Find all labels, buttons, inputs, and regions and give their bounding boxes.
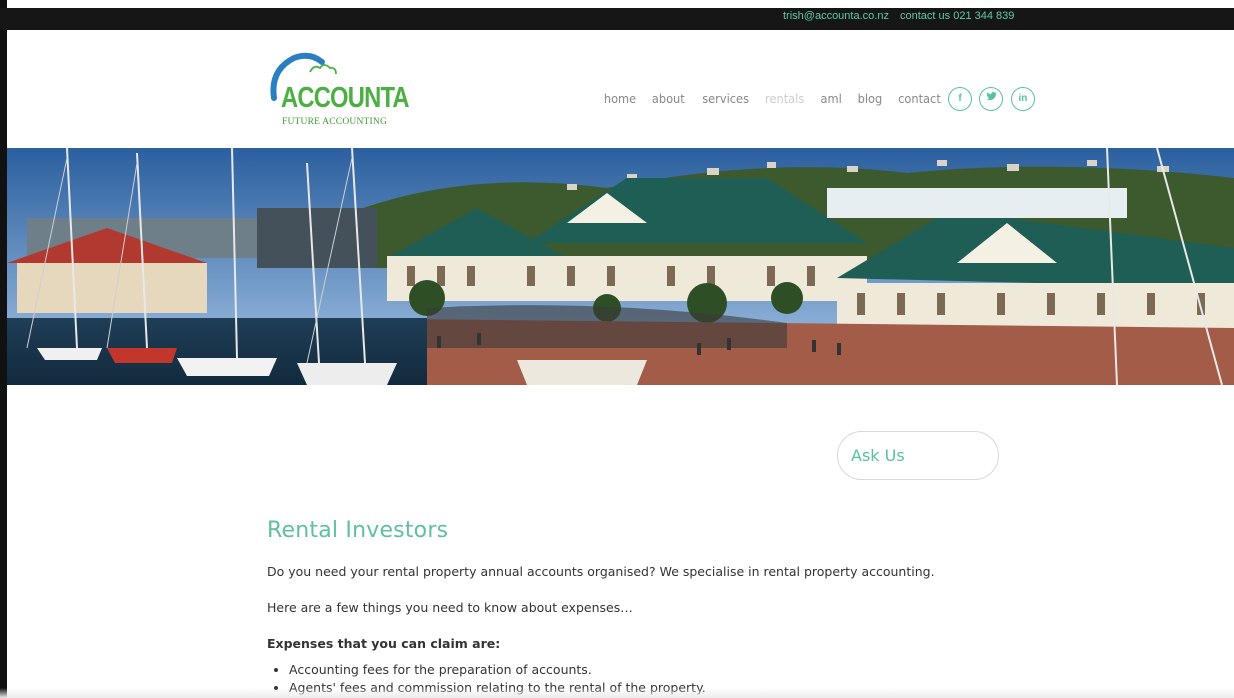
nav-services[interactable]: services xyxy=(702,92,749,106)
site-header: ACCOUNTA FUTURE ACCOUNTING home about se… xyxy=(7,30,1234,148)
phone-link[interactable]: contact us 021 344 839 xyxy=(900,10,1014,22)
expenses-subheading: Expenses that you can claim are: xyxy=(267,636,501,651)
top-contact-bar: trish@accounta.co.nz contact us 021 344 … xyxy=(0,8,1234,30)
window-edge xyxy=(0,0,7,698)
site-logo[interactable]: ACCOUNTA FUTURE ACCOUNTING xyxy=(262,50,410,130)
main-content: Rental Investors Do you need your rental… xyxy=(267,518,1027,695)
logo-wordmark: ACCOUNTA xyxy=(281,82,410,114)
email-link[interactable]: trish@accounta.co.nz xyxy=(783,10,889,22)
twitter-icon[interactable] xyxy=(979,87,1004,111)
list-item: Accounting fees for the preparation of a… xyxy=(289,662,989,677)
linkedin-icon[interactable]: in xyxy=(1010,87,1035,111)
nav-about[interactable]: about xyxy=(652,92,685,106)
logo-tagline: FUTURE ACCOUNTING xyxy=(282,117,388,127)
ask-us-button[interactable]: Ask Us xyxy=(837,431,999,480)
nav-contact[interactable]: contact xyxy=(898,92,941,106)
nav-aml[interactable]: aml xyxy=(821,92,842,106)
social-links: f in xyxy=(948,87,1038,111)
nav-rentals[interactable]: rentals xyxy=(765,92,804,106)
nav-home[interactable]: home xyxy=(604,92,636,106)
lead-paragraph: Here are a few things you need to know a… xyxy=(267,600,633,615)
marina-photo-icon xyxy=(7,148,1234,385)
main-nav: home about services rentals aml blog con… xyxy=(603,90,952,110)
contact-info: trish@accounta.co.nz contact us 021 344 … xyxy=(783,10,1022,22)
nav-blog[interactable]: blog xyxy=(858,92,883,106)
facebook-icon[interactable]: f xyxy=(948,87,972,111)
hero-banner xyxy=(7,148,1234,385)
page-title: Rental Investors xyxy=(267,518,449,543)
intro-paragraph: Do you need your rental property annual … xyxy=(267,564,935,579)
bottom-fade xyxy=(0,688,1234,698)
